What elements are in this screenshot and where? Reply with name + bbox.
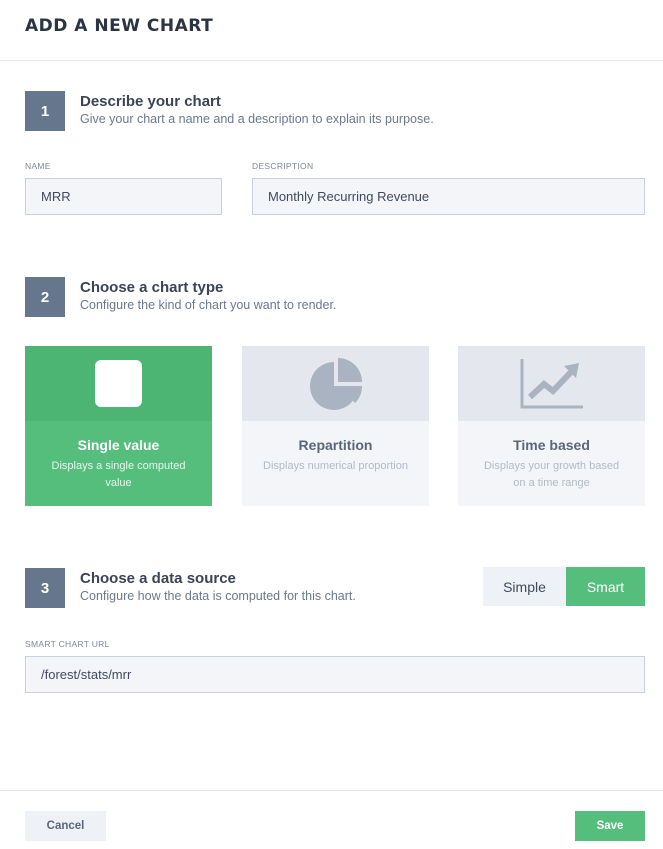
smart-url-label: SMART CHART URL <box>25 639 110 649</box>
data-source-smart-button[interactable]: Smart <box>566 567 645 606</box>
chart-type-repartition[interactable]: Repartition Displays numerical proportio… <box>242 346 429 506</box>
description-input[interactable] <box>252 178 645 215</box>
step-number-badge: 1 <box>25 91 65 131</box>
card-description: Displays a single computed value <box>51 460 186 489</box>
step-number-badge: 3 <box>25 568 65 608</box>
smart-url-input[interactable] <box>25 656 645 693</box>
pie-chart-icon <box>309 357 362 410</box>
step-description: Configure how the data is computed for t… <box>80 589 356 603</box>
cancel-button[interactable]: Cancel <box>25 811 106 841</box>
card-title: Repartition <box>298 437 373 453</box>
card-icon-area <box>25 346 212 421</box>
chart-type-time-based[interactable]: Time based Displays your growth based on… <box>458 346 645 506</box>
card-title: Single value <box>77 437 160 453</box>
description-label: DESCRIPTION <box>252 161 314 171</box>
card-description: Displays your growth based on a time ran… <box>483 460 620 489</box>
name-input[interactable] <box>25 178 222 215</box>
step-description: Give your chart a name and a description… <box>80 112 434 126</box>
step-title: Choose a chart type <box>80 279 224 296</box>
data-source-simple-button[interactable]: Simple <box>483 567 566 606</box>
step-title: Describe your chart <box>80 93 221 110</box>
modal-title: ADD A NEW CHART <box>25 16 214 36</box>
name-label: NAME <box>25 161 51 171</box>
step-description: Configure the kind of chart you want to … <box>80 298 337 312</box>
card-title: Time based <box>513 437 590 453</box>
modal-header: ADD A NEW CHART <box>0 0 663 61</box>
step-number-badge: 2 <box>25 277 65 317</box>
save-button[interactable]: Save <box>575 811 645 841</box>
card-icon-area <box>458 346 645 421</box>
chart-type-single-value[interactable]: Single value Displays a single computed … <box>25 346 212 506</box>
line-chart-icon <box>520 358 583 408</box>
step-title: Choose a data source <box>80 570 236 587</box>
card-icon-area <box>242 346 429 421</box>
card-description: Displays numerical proportion <box>263 460 408 472</box>
modal-footer: Cancel Save <box>0 790 663 849</box>
square-icon <box>95 360 142 407</box>
